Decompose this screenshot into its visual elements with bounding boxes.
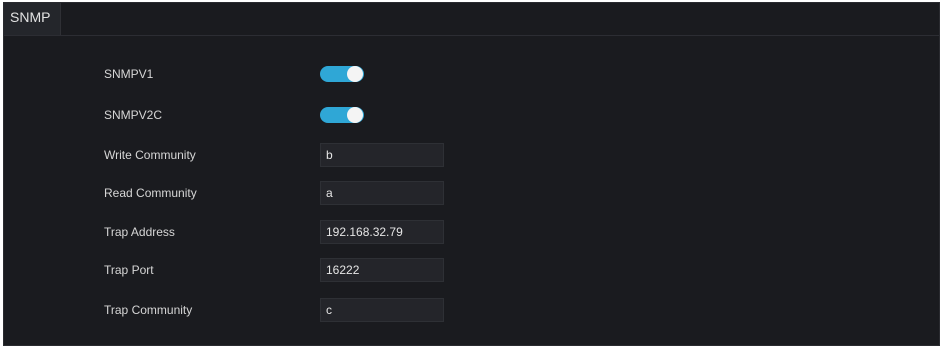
tab-snmp[interactable]: SNMP: [4, 3, 62, 35]
row-trap-community: Trap Community c: [4, 295, 939, 325]
trap-port-input[interactable]: 16222: [320, 258, 444, 282]
trap-community-input[interactable]: c: [320, 298, 444, 322]
write-community-label: Write Community: [104, 148, 196, 162]
row-read-community: Read Community a: [4, 178, 939, 208]
write-community-input[interactable]: b: [320, 143, 444, 167]
toggle-knob: [347, 107, 363, 123]
snmpv1-label: SNMPV1: [104, 67, 154, 81]
snmpv1-toggle[interactable]: [320, 66, 364, 82]
row-snmpv1: SNMPV1: [4, 59, 939, 89]
row-trap-address: Trap Address 192.168.32.79: [4, 217, 939, 247]
trap-community-label: Trap Community: [104, 303, 193, 317]
panel-header: SNMP: [4, 3, 939, 36]
row-write-community: Write Community b: [4, 140, 939, 170]
snmpv2c-label: SNMPV2C: [104, 108, 163, 122]
snmp-panel: SNMP SNMPV1 SNMPV2C Write Community b Re…: [3, 2, 940, 346]
snmpv2c-toggle[interactable]: [320, 107, 364, 123]
row-snmpv2c: SNMPV2C: [4, 100, 939, 130]
trap-address-label: Trap Address: [104, 225, 175, 239]
trap-port-label: Trap Port: [104, 263, 154, 277]
row-trap-port: Trap Port 16222: [4, 255, 939, 285]
read-community-label: Read Community: [104, 186, 197, 200]
toggle-knob: [347, 66, 363, 82]
trap-address-input[interactable]: 192.168.32.79: [320, 220, 444, 244]
read-community-input[interactable]: a: [320, 181, 444, 205]
